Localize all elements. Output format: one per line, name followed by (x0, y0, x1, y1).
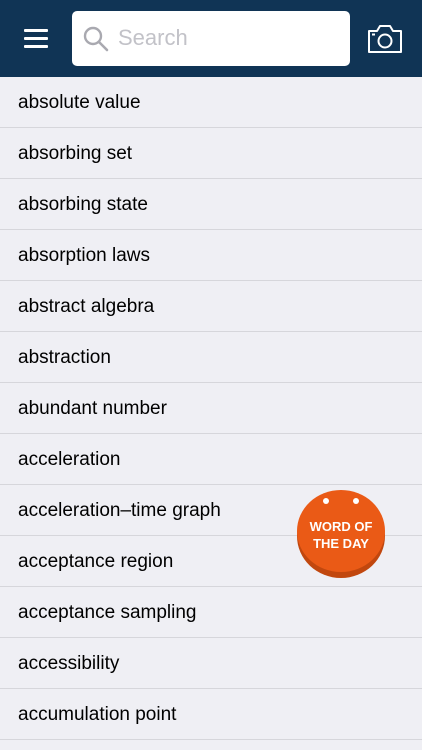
list-item[interactable]: accessibility (0, 638, 422, 689)
search-input[interactable] (118, 19, 338, 57)
list-item[interactable]: accumulation point (0, 689, 422, 740)
list-item[interactable]: acceptance sampling (0, 587, 422, 638)
search-icon (83, 26, 109, 52)
word-label: acceleration (18, 449, 121, 470)
word-label: absolute value (18, 92, 141, 113)
word-label: abstract algebra (18, 296, 155, 317)
list-item[interactable]: abundant number (0, 383, 422, 434)
word-label: absorption laws (18, 245, 151, 266)
top-bar (0, 0, 422, 77)
word-label: acceptance sampling (18, 602, 197, 623)
word-label: abstraction (18, 347, 111, 368)
camera-button[interactable] (366, 22, 404, 56)
dictionary-app: absolute value absorbing set absorbing s… (0, 0, 422, 750)
menu-button[interactable] (19, 25, 53, 53)
word-label: acceptance region (18, 551, 174, 572)
list-item[interactable]: abstraction (0, 332, 422, 383)
word-list: absolute value absorbing set absorbing s… (0, 77, 422, 740)
list-item[interactable]: acceleration (0, 434, 422, 485)
word-of-the-day-line1: WORD OF (309, 519, 373, 534)
list-item[interactable]: abstract algebra (0, 281, 422, 332)
word-of-the-day-button[interactable]: WORD OF THE DAY (297, 490, 385, 578)
calendar-ring-icon (353, 498, 359, 504)
word-label: abundant number (18, 398, 167, 419)
word-label: accessibility (18, 653, 120, 674)
word-label: absorbing set (18, 143, 133, 164)
camera-icon (368, 25, 402, 53)
word-label: absorbing state (18, 194, 148, 215)
list-item[interactable]: absorption laws (0, 230, 422, 281)
word-of-the-day-label: WORD OF THE DAY (297, 518, 385, 552)
calendar-ring-icon (323, 498, 329, 504)
list-item[interactable]: absorbing state (0, 179, 422, 230)
list-item[interactable]: absorbing set (0, 128, 422, 179)
list-item[interactable]: absolute value (0, 77, 422, 128)
search-box[interactable] (72, 11, 350, 66)
word-of-the-day-line2: THE DAY (313, 536, 369, 551)
word-label: acceleration–time graph (18, 500, 221, 521)
word-label: accumulation point (18, 704, 177, 725)
